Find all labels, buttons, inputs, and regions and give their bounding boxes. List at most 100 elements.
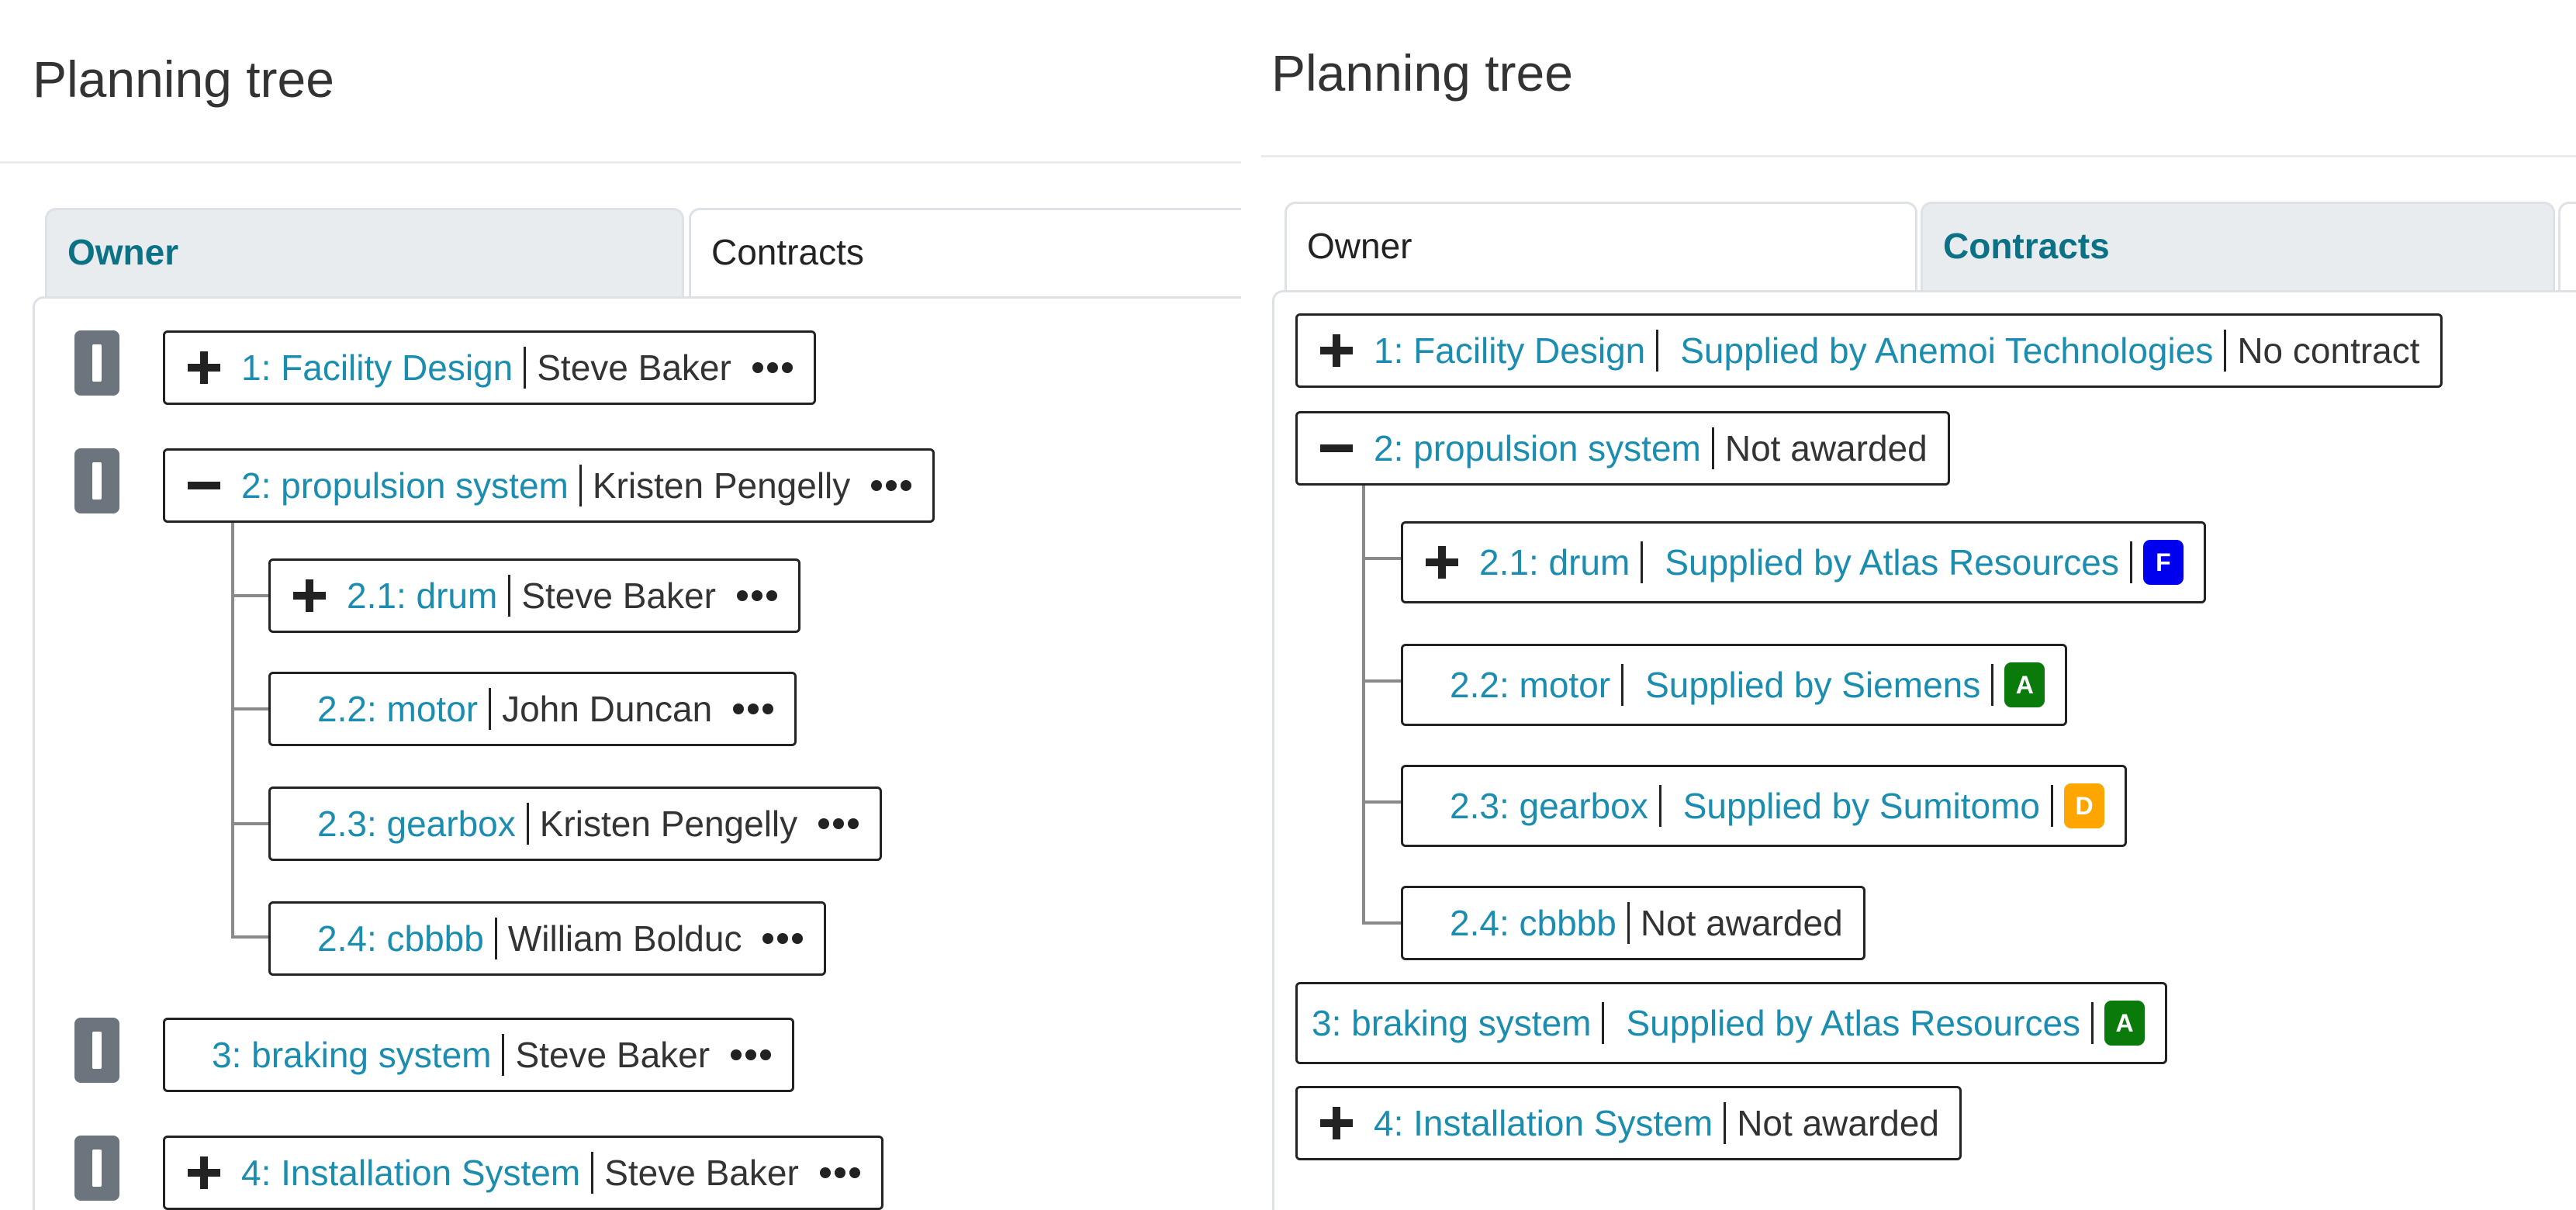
tree-node: 2.1: drum Supplied by Atlas Resources F <box>1401 521 2206 603</box>
supplier-link[interactable]: Supplied by Atlas Resources <box>1665 541 2119 583</box>
node-link[interactable]: 2.2: motor <box>1450 664 1610 706</box>
plus-icon[interactable] <box>1315 329 1358 372</box>
divider <box>1602 1002 1605 1044</box>
node-link[interactable]: 1: Facility Design <box>1374 330 1645 372</box>
drag-handle-icon[interactable] <box>74 1136 119 1201</box>
more-icon[interactable] <box>818 816 859 831</box>
node-link[interactable]: 2.1: drum <box>1479 541 1630 583</box>
tree-node: 1: Facility Design Steve Baker <box>163 330 816 405</box>
tree-node: 3: braking system Supplied by Atlas Reso… <box>1295 982 2168 1064</box>
node-link[interactable]: 4: Installation System <box>1374 1102 1713 1144</box>
planning-tree-contracts-panel: Planning tree Owner Contracts 1: Facilit… <box>1261 0 2576 1210</box>
title-divider <box>1261 155 2576 157</box>
divider <box>494 918 497 959</box>
more-icon[interactable] <box>819 1165 861 1181</box>
tree-connector <box>231 935 270 939</box>
contract-badge: A <box>2004 662 2045 707</box>
node-owner: Kristen Pengelly <box>539 804 798 844</box>
tree-node: 2.3: gearbox Supplied by Sumitomo D <box>1401 765 2127 847</box>
tree-node: 2.3: gearbox Kristen Pengelly <box>268 786 883 861</box>
minus-icon[interactable] <box>182 464 226 507</box>
node-owner: William Bolduc <box>507 918 742 959</box>
contract-badge: D <box>2064 783 2104 828</box>
divider <box>1641 541 1644 583</box>
node-owner: Steve Baker <box>537 347 731 388</box>
supplier-link[interactable]: Supplied by Atlas Resources <box>1626 1002 2080 1044</box>
contract-status: Not awarded <box>1640 903 1843 943</box>
tab-contracts[interactable]: Contracts <box>689 208 1241 296</box>
tree-connector <box>231 521 234 939</box>
plus-icon[interactable] <box>182 346 226 389</box>
node-link[interactable]: 2.3: gearbox <box>1450 785 1648 827</box>
tree-connector <box>1362 482 1365 925</box>
tree-connector <box>231 594 270 597</box>
tree-node: 4: Installation System Steve Baker <box>163 1136 883 1210</box>
divider <box>489 688 492 730</box>
tree-connector <box>1362 800 1401 804</box>
planning-tree-owner-panel: Planning tree Owner Contracts 1: Facilit… <box>0 0 1241 1210</box>
divider <box>508 575 511 617</box>
contract-status: Not awarded <box>1737 1103 1940 1143</box>
minus-icon[interactable] <box>1315 427 1358 470</box>
tab-owner[interactable]: Owner <box>45 208 684 296</box>
node-link[interactable]: 4: Installation System <box>241 1152 580 1194</box>
divider <box>1658 785 1661 827</box>
drag-handle-icon[interactable] <box>74 448 119 513</box>
node-link[interactable]: 3: braking system <box>1312 1002 1591 1044</box>
node-link[interactable]: 3: braking system <box>212 1034 491 1076</box>
divider <box>2224 330 2227 372</box>
plus-icon[interactable] <box>182 1151 226 1194</box>
plus-icon[interactable] <box>1315 1101 1358 1145</box>
more-icon[interactable] <box>870 478 912 493</box>
node-link[interactable]: 2: propulsion system <box>1374 427 1701 469</box>
more-icon[interactable] <box>730 1047 772 1063</box>
node-link[interactable]: 2: propulsion system <box>241 465 569 506</box>
node-owner: Steve Baker <box>521 576 716 616</box>
node-link[interactable]: 2.3: gearbox <box>317 803 516 845</box>
tab-owner[interactable]: Owner <box>1285 202 1917 290</box>
title-divider <box>0 161 1241 164</box>
node-owner: Steve Baker <box>604 1153 799 1193</box>
drag-handle-icon[interactable] <box>74 330 119 396</box>
node-owner: John Duncan <box>502 689 713 729</box>
tree-node: 2.4: cbbbb William Bolduc <box>268 901 827 976</box>
divider <box>591 1152 594 1194</box>
node-link[interactable]: 1: Facility Design <box>241 347 513 389</box>
node-link[interactable]: 2.2: motor <box>317 688 478 730</box>
tree-connector <box>231 707 270 710</box>
tree-node: 4: Installation System Not awarded <box>1295 1086 1962 1160</box>
divider <box>1991 664 1994 706</box>
divider <box>526 803 529 845</box>
contract-badge: F <box>2142 540 2184 585</box>
tree-node: 2: propulsion system Kristen Pengelly <box>163 448 935 523</box>
node-link[interactable]: 2.4: cbbbb <box>1450 902 1616 944</box>
node-link[interactable]: 2.1: drum <box>347 575 497 617</box>
divider <box>1627 902 1630 944</box>
divider <box>1656 330 1659 372</box>
node-owner: Steve Baker <box>515 1035 711 1075</box>
page-title: Planning tree <box>33 50 334 108</box>
more-icon[interactable] <box>732 701 774 717</box>
node-link[interactable]: 2.4: cbbbb <box>317 918 484 959</box>
more-icon[interactable] <box>736 588 778 603</box>
tree-connector <box>1362 557 1401 560</box>
tree-connector <box>1362 921 1401 925</box>
drag-handle-icon[interactable] <box>74 1018 119 1083</box>
supplier-link[interactable]: Supplied by Siemens <box>1645 664 1980 706</box>
tab-overflow[interactable] <box>2558 202 2576 290</box>
tree-node: 1: Facility Design Supplied by Anemoi Te… <box>1295 313 2443 388</box>
supplier-link[interactable]: Supplied by Anemoi Technologies <box>1680 330 2213 372</box>
supplier-link[interactable]: Supplied by Sumitomo <box>1683 785 2040 827</box>
more-icon[interactable] <box>762 931 804 946</box>
more-icon[interactable] <box>752 360 794 375</box>
plus-icon[interactable] <box>1420 541 1464 584</box>
tree-node: 2.2: motor Supplied by Siemens A <box>1401 644 2068 726</box>
divider <box>2129 541 2132 583</box>
tree-node: 3: braking system Steve Baker <box>163 1018 795 1092</box>
divider <box>524 347 527 389</box>
tree-connector <box>1362 679 1401 683</box>
tab-contracts[interactable]: Contracts <box>1921 202 2555 290</box>
divider <box>2051 785 2053 827</box>
page-title: Planning tree <box>1271 44 1573 102</box>
plus-icon[interactable] <box>288 574 331 617</box>
